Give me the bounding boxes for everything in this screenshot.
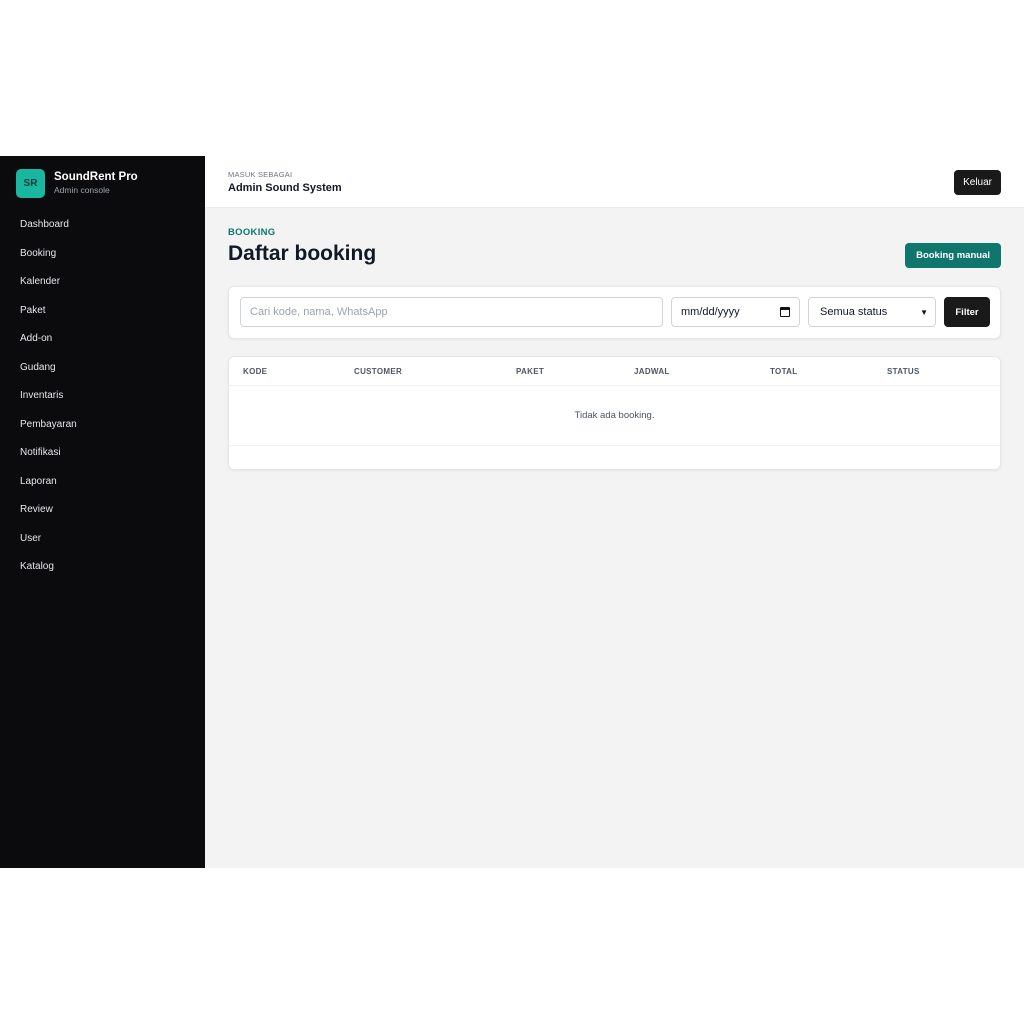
- logo: SR: [16, 169, 45, 198]
- sidebar-item-inventaris[interactable]: Inventaris: [0, 382, 205, 411]
- sidebar-item-kalender[interactable]: Kalender: [0, 268, 205, 297]
- sidebar-item-laporan[interactable]: Laporan: [0, 468, 205, 497]
- date-field[interactable]: mm/dd/yyyy: [671, 297, 800, 327]
- filter-button[interactable]: Filter: [944, 297, 990, 327]
- sidebar-item-notifikasi[interactable]: Notifikasi: [0, 439, 205, 468]
- sidebar: SR SoundRent Pro Admin console Dashboard…: [0, 156, 205, 868]
- sidebar-item-katalog[interactable]: Katalog: [0, 553, 205, 582]
- chevron-down-icon: ▼: [920, 307, 928, 317]
- brand-name: SoundRent Pro: [54, 171, 138, 183]
- sidebar-item-add-on[interactable]: Add-on: [0, 325, 205, 354]
- sidebar-nav: Dashboard Booking Kalender Paket Add-on …: [0, 211, 205, 582]
- topbar: MASUK SEBAGAI Admin Sound System Keluar: [205, 156, 1024, 208]
- column-header-customer[interactable]: CUSTOMER: [354, 367, 402, 376]
- table-header: KODE CUSTOMER PAKET JADWAL TOTAL STATUS: [229, 357, 1000, 386]
- calendar-icon[interactable]: [780, 307, 790, 317]
- column-header-kode[interactable]: KODE: [243, 367, 267, 376]
- sidebar-item-user[interactable]: User: [0, 525, 205, 554]
- brand: SR SoundRent Pro Admin console: [0, 169, 205, 198]
- sidebar-item-review[interactable]: Review: [0, 496, 205, 525]
- date-placeholder: mm/dd/yyyy: [681, 306, 740, 318]
- app-shell: SR SoundRent Pro Admin console Dashboard…: [0, 156, 1024, 868]
- empty-state-text: Tidak ada booking.: [574, 410, 655, 421]
- signed-in-user: Admin Sound System: [228, 182, 342, 194]
- filter-bar: mm/dd/yyyy Semua status ▼ Filter: [228, 286, 1001, 339]
- brand-subtitle: Admin console: [54, 185, 110, 195]
- sidebar-item-paket[interactable]: Paket: [0, 297, 205, 326]
- search-input[interactable]: [240, 297, 663, 327]
- main-content: MASUK SEBAGAI Admin Sound System Keluar …: [205, 156, 1024, 868]
- status-selected-value: Semua status: [820, 306, 888, 318]
- booking-table: KODE CUSTOMER PAKET JADWAL TOTAL STATUS …: [228, 356, 1001, 470]
- page-title: Daftar booking: [228, 242, 377, 265]
- empty-state-row: Tidak ada booking.: [229, 386, 1000, 446]
- column-header-paket[interactable]: PAKET: [516, 367, 544, 376]
- column-header-total[interactable]: TOTAL: [770, 367, 797, 376]
- signin-label: MASUK SEBAGAI: [228, 170, 293, 179]
- sidebar-item-booking[interactable]: Booking: [0, 240, 205, 269]
- sidebar-item-pembayaran[interactable]: Pembayaran: [0, 411, 205, 440]
- status-select[interactable]: Semua status ▼: [808, 297, 936, 327]
- sidebar-item-dashboard[interactable]: Dashboard: [0, 211, 205, 240]
- column-header-jadwal[interactable]: JADWAL: [634, 367, 670, 376]
- manual-booking-button[interactable]: Booking manual: [905, 243, 1001, 268]
- sidebar-item-gudang[interactable]: Gudang: [0, 354, 205, 383]
- logout-button[interactable]: Keluar: [954, 170, 1001, 195]
- column-header-status[interactable]: STATUS: [887, 367, 920, 376]
- section-label: BOOKING: [228, 227, 276, 238]
